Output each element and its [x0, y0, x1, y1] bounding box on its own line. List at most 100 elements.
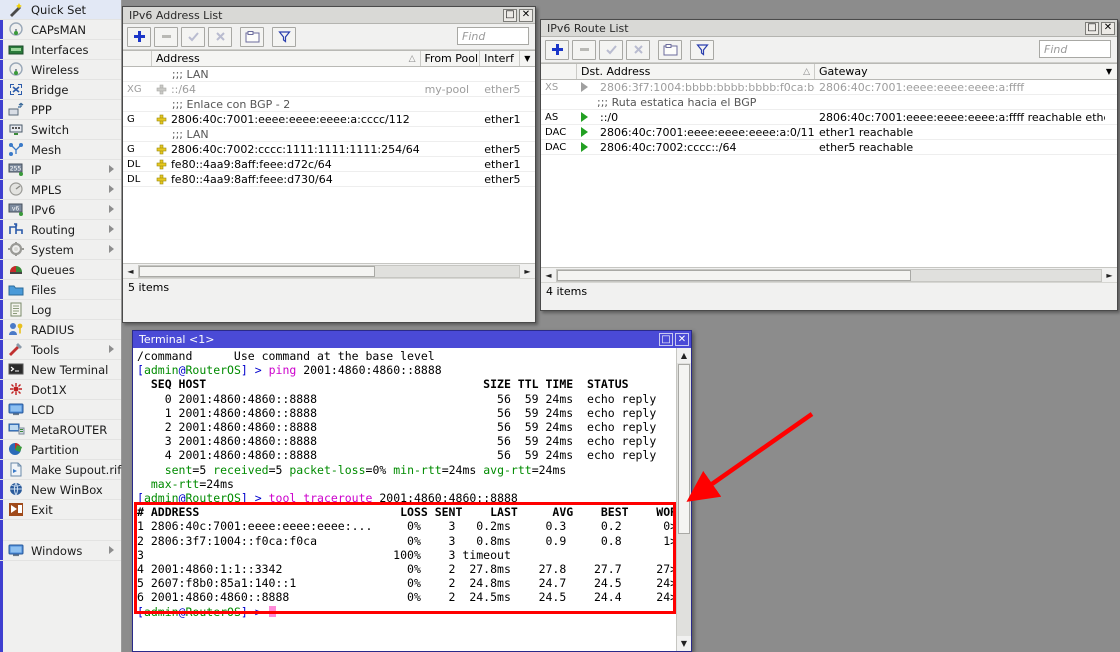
route-scroll-track[interactable]: [556, 269, 1102, 282]
sidebar-item-queues[interactable]: Queues: [0, 260, 121, 280]
route-find-input[interactable]: Find: [1039, 40, 1111, 58]
address-scroll-track[interactable]: [138, 265, 520, 278]
sidebar-item-label: PPP: [31, 103, 52, 117]
route-hscrollbar[interactable]: ◄ ►: [541, 267, 1117, 282]
table-row[interactable]: ;;; LAN: [123, 67, 535, 82]
terminal-close-button[interactable]: ✕: [675, 333, 689, 346]
address-col-interface[interactable]: Interf: [480, 51, 520, 66]
route-remove-button[interactable]: [572, 40, 596, 60]
chevron-right-icon: [109, 165, 114, 173]
address-find-input[interactable]: Find: [457, 27, 529, 45]
sidebar-item-routing[interactable]: Routing: [0, 220, 121, 240]
sidebar-item-ip[interactable]: 255IP: [0, 160, 121, 180]
address-close-button[interactable]: ✕: [519, 9, 533, 22]
sidebar-item-new-terminal[interactable]: New Terminal: [0, 360, 121, 380]
route-window-titlebar[interactable]: IPv6 Route List □ ✕: [541, 20, 1117, 37]
route-comment-button[interactable]: [658, 40, 682, 60]
sidebar-item-capsman[interactable]: CAPsMAN: [0, 20, 121, 40]
sidebar-item-new-winbox[interactable]: New WinBox: [0, 480, 121, 500]
gear-icon: [8, 242, 25, 257]
address-scroll-left-icon[interactable]: ◄: [123, 264, 138, 278]
route-add-button[interactable]: [545, 40, 569, 60]
address-window-titlebar[interactable]: IPv6 Address List □ ✕: [123, 7, 535, 24]
route-disable-button[interactable]: [626, 40, 650, 60]
route-close-button[interactable]: ✕: [1101, 22, 1115, 35]
terminal-output[interactable]: /command Use command at the base level[a…: [133, 348, 675, 651]
sidebar-item-system[interactable]: System: [0, 240, 121, 260]
route-column-menu-button[interactable]: ▼: [1101, 64, 1117, 79]
address-text: fe80::4aa9:8aff:feee:d730/64: [171, 173, 333, 186]
terminal-titlebar[interactable]: Terminal <1> □ ✕: [133, 331, 691, 348]
sidebar-item-mesh[interactable]: Mesh: [0, 140, 121, 160]
sidebar-item-metarouter[interactable]: MetaROUTER: [0, 420, 121, 440]
sidebar-item-files[interactable]: Files: [0, 280, 121, 300]
terminal-restore-button[interactable]: □: [659, 333, 673, 346]
sidebar-item-ppp[interactable]: PPP: [0, 100, 121, 120]
table-row[interactable]: AS::/02806:40c:7001:eeee:eeee:eeee:a:fff…: [541, 110, 1117, 125]
sidebar-item-interfaces[interactable]: Interfaces: [0, 40, 121, 60]
route-restore-button[interactable]: □: [1085, 22, 1099, 35]
address-hscrollbar[interactable]: ◄ ►: [123, 263, 535, 278]
sidebar-item-wireless[interactable]: Wireless: [0, 60, 121, 80]
sidebar-item-tools[interactable]: Tools: [0, 340, 121, 360]
sidebar-item-exit[interactable]: Exit: [0, 500, 121, 520]
sidebar-item-switch[interactable]: Switch: [0, 120, 121, 140]
sidebar-item-lcd[interactable]: LCD: [0, 400, 121, 420]
sidebar-item-windows[interactable]: Windows: [0, 541, 121, 561]
sidebar-item-make-supout-rif[interactable]: Make Supout.rif: [0, 460, 121, 480]
mpls-disc-icon: [8, 182, 25, 197]
sidebar-item-ipv6[interactable]: v6IPv6: [0, 200, 121, 220]
address-plus-icon: [156, 159, 167, 170]
address-filter-button[interactable]: [272, 27, 296, 47]
sidebar-item-mpls[interactable]: MPLS: [0, 180, 121, 200]
table-row[interactable]: ;;; Ruta estatica hacia el BGP: [541, 95, 1117, 110]
sort-ascending-icon: △: [409, 54, 416, 64]
sidebar-item-log[interactable]: Log: [0, 300, 121, 320]
terminal-scroll-thumb[interactable]: [678, 364, 690, 534]
table-row[interactable]: G2806:40c:7001:eeee:eeee:eeee:a:cccc/112…: [123, 112, 535, 127]
route-col-dst-address[interactable]: Dst. Address △: [577, 64, 815, 79]
table-row[interactable]: DAC2806:40c:7002:cccc::/64ether5 reachab…: [541, 140, 1117, 155]
address-add-button[interactable]: [127, 27, 151, 47]
terminal-scroll-down-icon[interactable]: ▼: [677, 636, 691, 651]
table-row[interactable]: DLfe80::4aa9:8aff:feee:d730/64ether5: [123, 172, 535, 187]
address-column-menu-button[interactable]: ▼: [520, 51, 535, 66]
table-row[interactable]: G2806:40c:7002:cccc:1111:1111:1111:254/6…: [123, 142, 535, 157]
table-row[interactable]: ;;; Enlace con BGP - 2: [123, 97, 535, 112]
address-enable-button[interactable]: [181, 27, 205, 47]
sidebar-item-radius[interactable]: RADIUS: [0, 320, 121, 340]
address-col-flags[interactable]: [123, 51, 152, 66]
route-scroll-right-icon[interactable]: ►: [1102, 268, 1117, 282]
terminal-vscrollbar[interactable]: ▲ ▼: [676, 348, 691, 651]
route-filter-button[interactable]: [690, 40, 714, 60]
table-row[interactable]: ;;; LAN: [123, 127, 535, 142]
antenna-icon: [8, 62, 25, 77]
address-text: ;;; Enlace con BGP - 2: [172, 98, 290, 111]
chevron-right-icon: [109, 185, 114, 193]
table-row[interactable]: XG::/64my-poolether5: [123, 82, 535, 97]
table-row[interactable]: XS2806:3f7:1004:bbbb:bbbb:bbbb:f0ca:bebe…: [541, 80, 1117, 95]
winbox-globe-icon: [8, 482, 25, 497]
sidebar-item-quick-set[interactable]: Quick Set: [0, 0, 121, 20]
sidebar-item-dot1x[interactable]: Dot1X: [0, 380, 121, 400]
route-scroll-left-icon[interactable]: ◄: [541, 268, 556, 282]
address-text: 2806:40c:7002:cccc:1111:1111:1111:254/64: [171, 143, 420, 156]
address-remove-button[interactable]: [154, 27, 178, 47]
terminal-window: Terminal <1> □ ✕ /command Use command at…: [132, 330, 692, 652]
table-row[interactable]: DLfe80::4aa9:8aff:feee:d72c/64ether1: [123, 157, 535, 172]
address-restore-button[interactable]: □: [503, 9, 517, 22]
terminal-line: 3 100% 3 timeout: [137, 548, 675, 562]
address-disable-button[interactable]: [208, 27, 232, 47]
sidebar-item-bridge[interactable]: Bridge: [0, 80, 121, 100]
route-col-gateway[interactable]: Gateway: [815, 64, 1101, 79]
address-comment-button[interactable]: [240, 27, 264, 47]
terminal-scroll-up-icon[interactable]: ▲: [677, 348, 691, 363]
address-col-address[interactable]: Address △: [152, 51, 421, 66]
sidebar-item-partition[interactable]: Partition: [0, 440, 121, 460]
route-col-flags[interactable]: [541, 64, 577, 79]
table-row[interactable]: DAC2806:40c:7001:eeee:eeee:eeee:a:0/112e…: [541, 125, 1117, 140]
address-scroll-right-icon[interactable]: ►: [520, 264, 535, 278]
exit-icon: [8, 502, 25, 517]
route-enable-button[interactable]: [599, 40, 623, 60]
address-col-from-pool[interactable]: From Pool: [421, 51, 481, 66]
